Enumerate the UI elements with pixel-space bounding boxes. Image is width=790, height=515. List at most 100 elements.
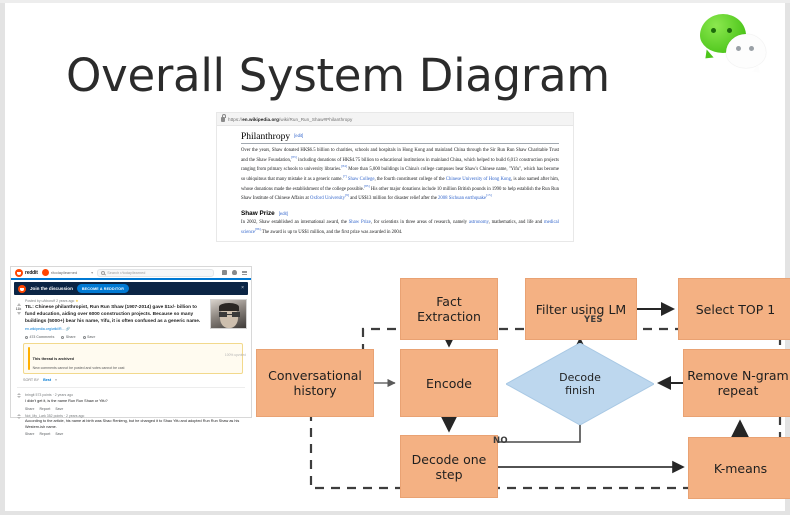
reddit-post: 11k Posted by u/kboruff 2 years ago ★ TI… [11,295,251,339]
search-input[interactable]: Search r/todayilearned [97,268,214,277]
link-astronomy[interactable]: astronomy [469,220,489,225]
slide-canvas: Overall System Diagram https://en.wikipe… [0,0,790,515]
downvote-icon[interactable] [16,396,21,399]
node-select-top-1[interactable]: Select TOP 1 [678,278,790,340]
warning-bar-icon [28,347,30,371]
edge-label-no: NO [493,436,508,446]
comments-button[interactable]: 473 Comments [25,335,54,339]
report-link[interactable]: Report [39,407,50,411]
archived-subtitle: New comments cannot be posted and votes … [32,366,125,371]
vote-column [15,413,22,437]
wikipedia-screenshot: https://en.wikipedia.org/wiki/Run_Run_Sh… [216,112,574,242]
lock-icon [221,114,226,122]
vote-column: 11k [15,299,22,339]
upvote-icon[interactable] [16,393,21,396]
edit-link[interactable]: [edit] [279,211,288,216]
bell-icon[interactable] [232,270,237,275]
reddit-wordmark: reddit [25,269,38,276]
close-icon[interactable]: × [241,286,244,291]
sort-value[interactable]: Best [43,378,51,382]
reddit-alien-icon [15,268,23,277]
node-label: Fact Extraction [417,294,481,324]
share-link[interactable]: Share [25,407,34,411]
upvote-percentage: 100% upvoted [224,353,246,357]
search-placeholder: Search r/todayilearned [107,270,146,275]
node-label: Decode one step [411,451,487,482]
header-icon-group [218,270,247,275]
node-decode-one-step[interactable]: Decode one step [400,435,498,498]
node-label: Remove N-gram repeat [687,368,789,398]
browser-url-bar[interactable]: https://en.wikipedia.org/wiki/Run_Run_Sh… [217,113,573,126]
post-content: Posted by u/kboruff 2 years ago ★ TIL: C… [25,299,207,339]
join-discussion-banner: Join the discussion BECOME A REDDITOR × [14,282,248,295]
archived-notice: This thread is archived New comments can… [23,343,243,375]
diamond-shape [506,343,654,425]
subreddit-label: r/todayilearned [50,270,78,275]
post-score: 11k [15,307,22,311]
node-label: Encode [426,375,472,391]
node-decode-finish[interactable]: Decode finish [506,343,654,425]
link-cuhk[interactable]: Chinese University of Hong Kong [446,177,511,182]
node-label: Conversational history [268,368,362,398]
node-conversational-history[interactable]: Conversational history [256,349,374,417]
downvote-icon[interactable] [16,312,21,315]
subreddit-selector[interactable]: r/todayilearned ▾ [41,269,94,276]
save-link[interactable]: Save [55,407,63,411]
comment-meta: bringit 573 points · 2 years ago [25,393,74,398]
node-label: Filter using LM [535,301,627,317]
archived-title: This thread is archived [32,357,74,362]
share-button[interactable]: Share [61,335,76,339]
subreddit-icon [41,269,49,276]
slide-frame-top [0,0,790,3]
reddit-screenshot: reddit r/todayilearned ▾ Search r/todayi… [10,266,252,436]
url-text: https://en.wikipedia.org/wiki/Run_Run_Sh… [228,116,353,122]
menu-icon[interactable] [242,270,247,275]
post-actions: 473 Comments Share Save [25,335,207,339]
node-remove-ngram-repeat[interactable]: Remove N-gram repeat [683,349,790,417]
sort-label: SORT BY [23,378,40,383]
edge-label-yes: YES [584,315,603,325]
node-label: K-means [713,460,768,476]
link-oxford[interactable]: Oxford University [310,196,345,201]
list-item: Not_My_Lark 352 points · 2 years ago Acc… [11,413,251,437]
node-encode[interactable]: Encode [400,349,498,417]
upvote-icon[interactable] [16,303,21,306]
comment-meta: Not_My_Lark 352 points · 2 years ago [25,413,85,418]
banner-title: Join the discussion [30,286,73,291]
list-item: bringit 573 points · 2 years ago I didn'… [11,393,251,411]
node-k-means[interactable]: K-means [688,437,790,499]
link-sichuan-earthquake[interactable]: 2008 Sichuan earthquake [438,196,486,201]
report-link[interactable]: Report [39,432,50,436]
node-fact-extraction[interactable]: Fact Extraction [400,278,498,340]
section-heading-shaw-prize: Shaw Prize [edit] [241,210,288,218]
chevron-down-icon[interactable]: ▾ [55,378,57,382]
downvote-icon[interactable] [16,416,21,419]
reddit-logo[interactable]: reddit [15,268,38,277]
chevron-down-icon: ▾ [91,270,94,275]
save-link[interactable]: Save [55,432,63,436]
post-source-link[interactable]: en.wikipedia.org/wiki/R... 🔗 [25,327,207,331]
paragraph-shaw-prize: In 2002, Shaw established an internation… [241,220,559,235]
section-heading-philanthropy: Philanthropy [edit] [241,132,559,144]
save-button[interactable]: Save [82,335,95,339]
comment-body: I didn't get it, is the name Run Run Sha… [25,398,108,403]
search-icon [101,270,106,275]
become-a-redditor-button[interactable]: BECOME A REDDITOR [76,284,130,293]
post-title[interactable]: TIL: Chinese philanthropist, Run Run Sha… [25,305,207,325]
link-shaw-prize[interactable]: Shaw Prize [349,220,371,225]
link-shaw-college[interactable]: Shaw College [348,177,375,182]
comment-actions: Share Report Save [25,432,247,436]
chat-icon[interactable] [222,270,227,275]
node-filter-using-lm[interactable]: Filter using LM [525,278,637,340]
post-thumbnail[interactable] [210,299,247,329]
reddit-header: reddit r/todayilearned ▾ Search r/todayi… [11,267,251,280]
paragraph-philanthropy: Over the years, Shaw donated HK$6.5 bill… [241,148,559,202]
page-title: Overall System Diagram [66,49,610,102]
comment-sort-bar: SORT BY Best ▾ [23,378,251,382]
upvote-icon[interactable] [16,413,21,416]
share-link[interactable]: Share [25,432,34,436]
wechat-logo [700,14,770,72]
comment-actions: Share Report Save [25,407,247,411]
slide-frame-left [0,0,5,515]
edit-link[interactable]: [edit] [294,133,303,138]
